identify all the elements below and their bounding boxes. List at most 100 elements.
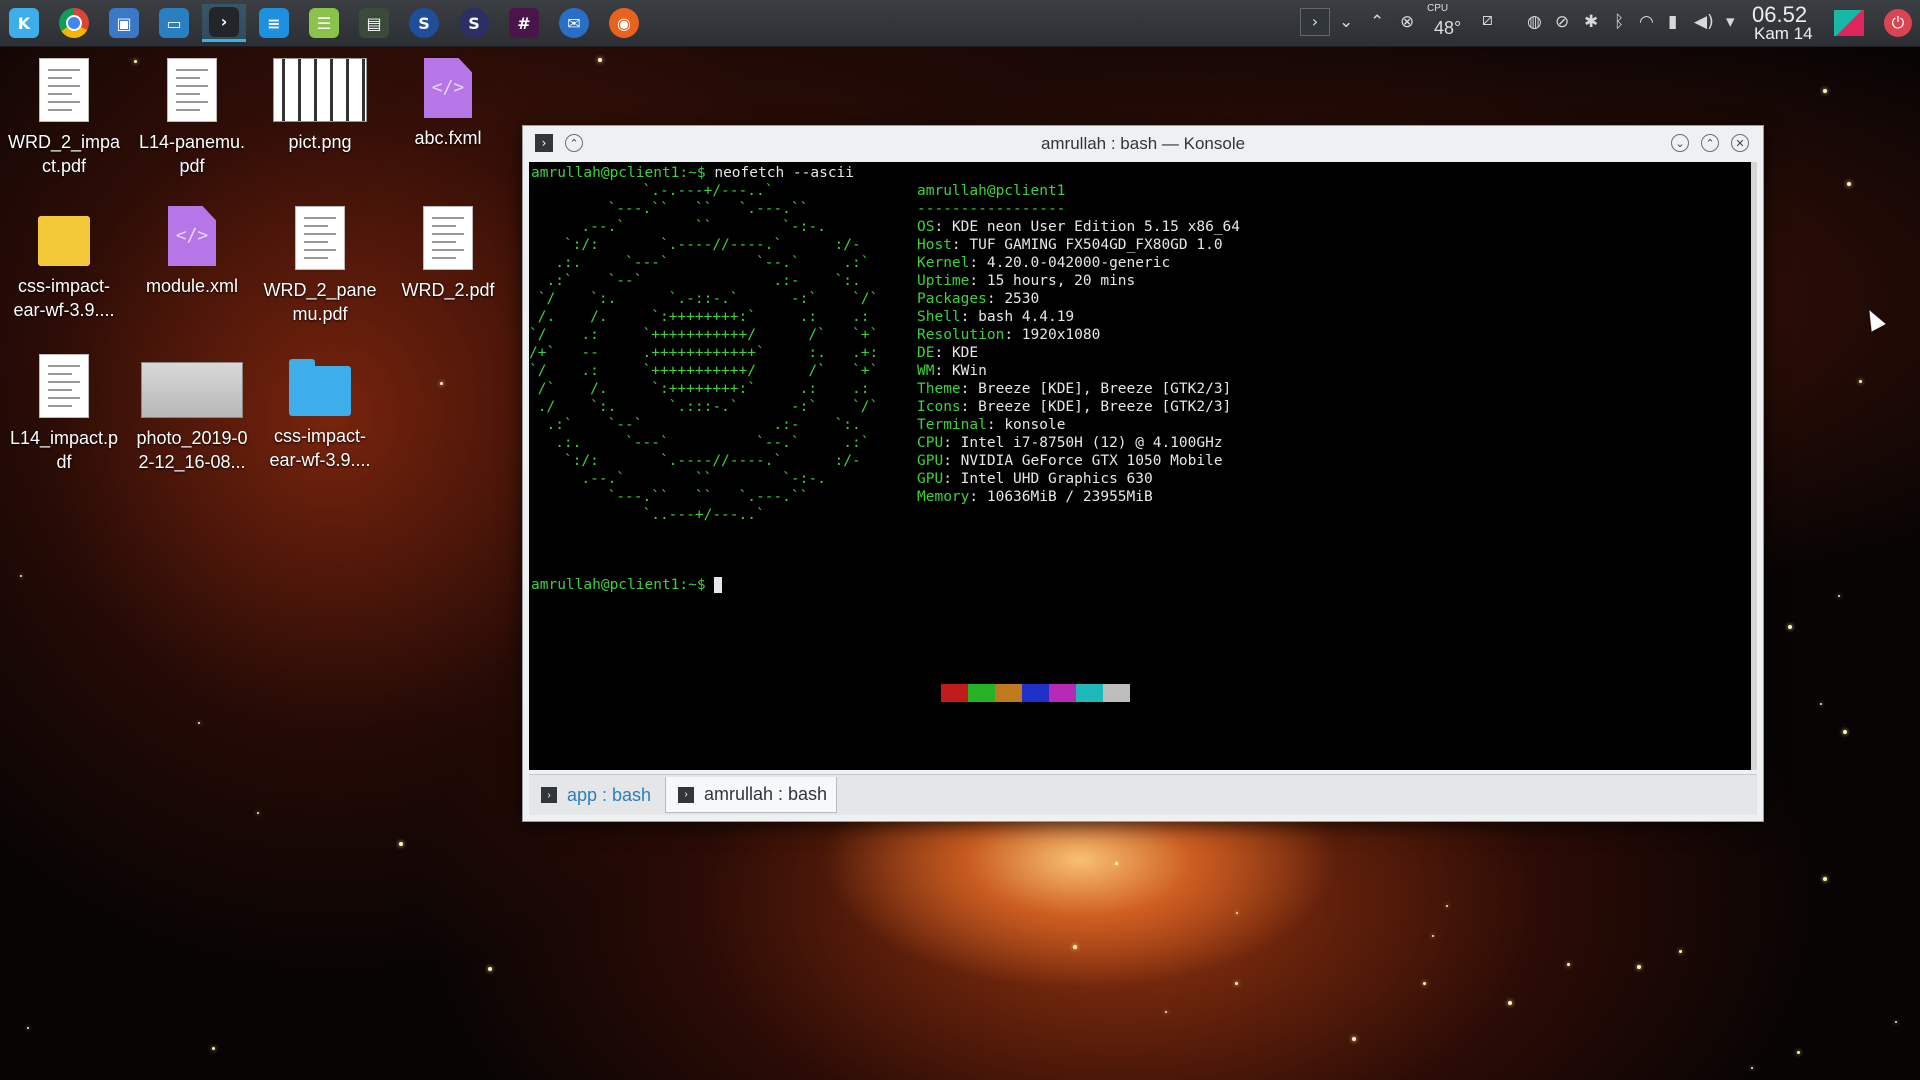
terminal-icon: › — [678, 786, 694, 803]
info-separator: : — [943, 435, 961, 451]
desktop-icon[interactable]: L14-panemu. pdf — [128, 58, 256, 178]
info-row: Shell: bash 4.4.19 — [917, 308, 1074, 326]
desktop-icon[interactable]: WRD_2_pane mu.pdf — [256, 206, 384, 326]
desktop-icon-label: module.xml — [145, 276, 239, 296]
star — [1637, 965, 1641, 969]
terminal-icon: › — [541, 787, 557, 803]
desktop-icon[interactable]: css-impact- ear-wf-3.9.... — [0, 206, 128, 322]
close-button[interactable]: ✕ — [1731, 134, 1749, 152]
maximize-button[interactable]: ⌃ — [1701, 134, 1719, 152]
desktop-icon[interactable]: photo_2019-0 2-12_16-08... — [128, 354, 256, 474]
star — [1823, 877, 1827, 881]
ascii-line: /` /. `:++++++++:` .: .: — [529, 381, 870, 397]
kde-launcher-launcher[interactable]: K — [2, 4, 46, 42]
display-off-icon[interactable]: ⧄ — [1482, 10, 1493, 30]
info-row: Terminal: konsole — [917, 416, 1065, 434]
wifi-icon[interactable]: ◠ — [1639, 12, 1654, 32]
star — [20, 575, 22, 577]
firefox-launcher[interactable]: ◉ — [602, 4, 646, 42]
minimize-button[interactable]: ⌄ — [1671, 134, 1689, 152]
thunderbird-launcher[interactable]: ✉ — [552, 4, 596, 42]
archive-file-icon — [38, 216, 90, 266]
chrome-launcher[interactable] — [52, 4, 96, 42]
tab-bar: › app : bash › amrullah : bash — [529, 774, 1757, 815]
desktop-icon[interactable]: L14_impact.p df — [0, 354, 128, 474]
tab-amrullah-bash[interactable]: › amrullah : bash — [665, 777, 837, 813]
star — [1115, 862, 1118, 865]
desktop-icon-label: WRD_2.pdf — [401, 280, 495, 300]
info-key: DE — [917, 345, 935, 361]
chevron-down-icon[interactable]: ⌄ — [1339, 12, 1353, 32]
close-circle-icon[interactable]: ⊗ — [1400, 12, 1414, 32]
slack-tray-icon[interactable]: ✱ — [1584, 12, 1598, 32]
remote-app-launcher[interactable]: S — [402, 4, 446, 42]
power-icon[interactable]: ⏻ — [1884, 9, 1912, 37]
info-key: WM — [917, 363, 935, 379]
info-separator: : — [986, 417, 1005, 433]
clock-date[interactable]: Kam 14 — [1754, 24, 1813, 44]
remote-app-2-launcher[interactable]: S — [452, 4, 496, 42]
text-editor-launcher[interactable]: ≡ — [252, 4, 296, 42]
konsole-window[interactable]: › ⌃ amrullah : bash — Konsole ⌄ ⌃ ✕ amru… — [522, 125, 1764, 822]
terminal-scrollbar[interactable] — [1751, 162, 1757, 770]
chevron-up-icon[interactable]: ⌃ — [1370, 12, 1384, 32]
desktop-icon[interactable]: </> abc.fxml — [384, 58, 512, 150]
update-icon[interactable]: ◍ — [1527, 12, 1542, 32]
palette-swatch — [1103, 684, 1130, 702]
show-desktop-icon[interactable] — [1834, 10, 1864, 36]
chrome-icon — [59, 8, 89, 38]
info-row: Icons: Breeze [KDE], Breeze [GTK2/3] — [917, 398, 1231, 416]
info-key: Terminal — [917, 417, 987, 433]
database-tool-launcher[interactable]: ☰ — [302, 4, 346, 42]
cpu-temperature[interactable]: 48° — [1434, 18, 1461, 39]
star — [1820, 703, 1822, 705]
konsole-launcher[interactable]: › — [202, 4, 246, 42]
nodejs-launcher[interactable]: ▤ — [352, 4, 396, 42]
desktop-icon-label: pict.png — [288, 132, 352, 152]
network-blocked-icon[interactable]: ⊘ — [1555, 12, 1569, 32]
firefox-icon: ◉ — [609, 8, 639, 38]
window-titlebar[interactable]: › ⌃ amrullah : bash — Konsole ⌄ ⌃ ✕ — [523, 126, 1763, 160]
volume-icon[interactable]: ◀) — [1694, 12, 1714, 32]
info-value: Intel i7-8750H (12) @ 4.100GHz — [960, 435, 1223, 451]
database-tool-icon: ☰ — [309, 8, 339, 38]
virtualbox-launcher[interactable]: ▣ — [102, 4, 146, 42]
ascii-line: .:. `---` `--.` .:` — [529, 255, 870, 271]
desktop-icon[interactable]: css-impact- ear-wf-3.9.... — [256, 354, 384, 472]
command-text: neofetch --ascii — [714, 165, 855, 181]
desktop-icon[interactable]: WRD_2.pdf — [384, 206, 512, 302]
desktop-icon[interactable]: WRD_2_impa ct.pdf — [0, 58, 128, 178]
tray-expand-icon[interactable]: ▾ — [1726, 12, 1735, 32]
tab-app-bash[interactable]: › app : bash — [529, 777, 665, 813]
star — [212, 1047, 215, 1050]
image-file-icon — [273, 58, 367, 122]
top-panel: K ▣ ▭ › ≡ ☰ ▤ S S # ✉ ◉ › ⌄ ⌃ ⊗ CPU 48° ⧄ ◍ ⊘ ✱ ᛒ ◠… — [0, 0, 1920, 47]
star — [1446, 905, 1448, 907]
info-row: WM: KWin — [917, 362, 987, 380]
info-separator: : — [969, 489, 987, 505]
battery-icon[interactable]: ▮ — [1668, 12, 1677, 32]
info-separator: : — [969, 273, 987, 289]
desktop-icon[interactable]: </> module.xml — [128, 206, 256, 298]
ascii-line: .:. `---` `--.` .:` — [529, 435, 870, 451]
info-key: Uptime — [917, 273, 970, 289]
konsole-tray-icon[interactable]: › — [1300, 8, 1330, 36]
info-key: Shell — [917, 309, 961, 325]
info-separator: : — [943, 471, 961, 487]
star — [257, 812, 259, 814]
desktop-icon[interactable]: pict.png — [256, 58, 384, 154]
bluetooth-icon[interactable]: ᛒ — [1614, 12, 1624, 32]
info-key: CPU — [917, 435, 944, 451]
text-cursor — [714, 577, 723, 593]
star — [1165, 1011, 1167, 1013]
star — [1788, 625, 1792, 629]
star — [598, 58, 602, 62]
palette-swatch — [1022, 684, 1049, 702]
info-separator: : — [969, 255, 987, 271]
info-key: Host — [917, 237, 952, 253]
file-manager-launcher[interactable]: ▭ — [152, 4, 196, 42]
star — [1847, 182, 1851, 186]
slack-launcher[interactable]: # — [502, 4, 546, 42]
star — [1838, 595, 1840, 597]
terminal-view[interactable]: amrullah@pclient1:~$ neofetch --ascii `.… — [529, 162, 1751, 770]
